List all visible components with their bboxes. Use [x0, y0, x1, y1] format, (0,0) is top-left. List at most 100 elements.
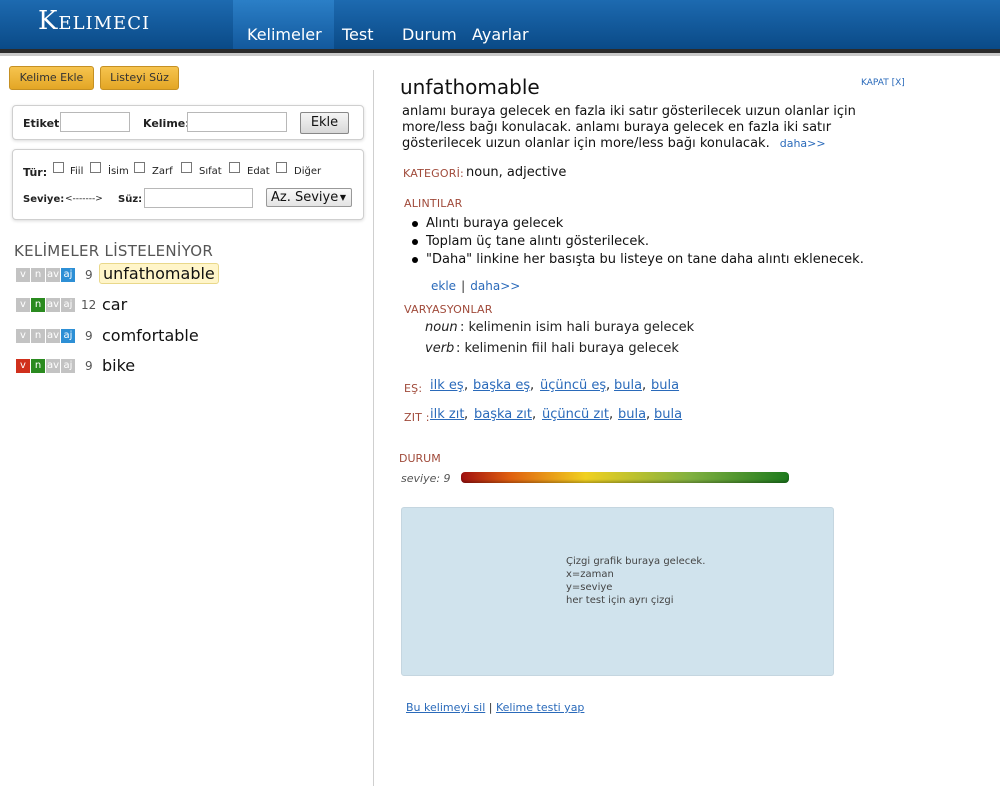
bottom-actions: Bu kelimeyi sil | Kelime testi yap	[406, 701, 584, 714]
separator-comma: ,	[464, 378, 469, 393]
nav-durum[interactable]: Durum	[402, 25, 457, 44]
type-label: Tür:	[23, 166, 48, 179]
sort-select[interactable]: Az. Seviye ▼	[266, 188, 352, 207]
word-input[interactable]	[187, 112, 287, 132]
close-button[interactable]: KAPAT [X]	[861, 78, 905, 88]
word-label[interactable]: bike	[99, 356, 138, 375]
type-isim-checkbox[interactable]	[90, 162, 101, 173]
graph-line: y=seviye	[566, 582, 613, 593]
word-label[interactable]: unfathomable	[99, 263, 219, 284]
word-title: unfathomable	[400, 75, 540, 99]
nav-ayarlar[interactable]: Ayarlar	[472, 25, 529, 44]
type-edat-checkbox[interactable]	[229, 162, 240, 173]
type-isim-label: İsim	[108, 166, 129, 177]
type-badge-aj[interactable]: aj	[61, 268, 75, 282]
level-label: Seviye:	[23, 194, 65, 205]
quote-more-link[interactable]: daha>>	[470, 279, 520, 293]
type-badge-n[interactable]: n	[31, 329, 45, 343]
synonym-link[interactable]: bula	[651, 378, 679, 393]
pane-divider	[373, 70, 374, 786]
quote-add-link[interactable]: ekle	[431, 279, 456, 293]
header-rule-light	[0, 53, 1000, 56]
separator-comma: ,	[609, 407, 614, 422]
word-list-title: KELİMELER LİSTELENİYOR	[14, 242, 214, 260]
type-badge-av[interactable]: av	[46, 268, 60, 282]
word-level: 9	[85, 359, 93, 373]
variation-text: : kelimenin isim hali buraya gelecek	[460, 320, 695, 335]
variations-label: VARYASYONLAR	[404, 303, 493, 316]
antonym-link[interactable]: bula	[654, 407, 682, 422]
antonym-link[interactable]: ilk zıt	[430, 407, 464, 422]
antonym-link[interactable]: başka zıt	[474, 407, 532, 422]
category-value: noun, adjective	[466, 165, 567, 180]
variation-pos: noun	[425, 320, 458, 335]
bottom-link-separator: |	[488, 701, 493, 714]
antonym-link[interactable]: bula	[618, 407, 646, 422]
type-badge-n[interactable]: n	[31, 268, 45, 282]
synonym-link[interactable]: üçüncü eş	[540, 378, 606, 393]
separator-comma: ,	[646, 407, 651, 422]
separator-comma: ,	[530, 378, 535, 393]
type-badge-v[interactable]: v	[16, 298, 30, 312]
type-badge-v[interactable]: v	[16, 359, 30, 373]
type-badge-av[interactable]: av	[46, 359, 60, 373]
type-badge-n[interactable]: n	[31, 298, 45, 312]
quote-item: Alıntı buraya gelecek	[426, 216, 564, 231]
antonyms-label: ZIT :	[404, 411, 430, 424]
separator-comma: ,	[532, 407, 537, 422]
variation-pos: verb	[425, 341, 455, 356]
type-badge-av[interactable]: av	[46, 329, 60, 343]
quote-item: Toplam üç tane alıntı gösterilecek.	[426, 234, 649, 249]
type-zarf-label: Zarf	[152, 166, 173, 177]
variation-text: : kelimenin fiil hali buraya gelecek	[456, 341, 679, 356]
status-label: DURUM	[399, 452, 441, 465]
type-sifat-checkbox[interactable]	[181, 162, 192, 173]
type-edat-label: Edat	[247, 166, 270, 177]
nav-test[interactable]: Test	[342, 25, 374, 44]
type-badge-v[interactable]: v	[16, 329, 30, 343]
separator-comma: ,	[606, 378, 611, 393]
type-badge-aj[interactable]: aj	[61, 329, 75, 343]
type-badge-av[interactable]: av	[46, 298, 60, 312]
word-label[interactable]: comfortable	[99, 326, 202, 345]
nav-kelimeler[interactable]: Kelimeler	[247, 25, 322, 44]
word-label[interactable]: car	[99, 295, 130, 314]
type-zarf-checkbox[interactable]	[134, 162, 145, 173]
type-badge-aj[interactable]: aj	[61, 359, 75, 373]
synonyms-label: EŞ:	[404, 382, 423, 395]
meaning-block: anlamı buraya gelecek en fazla iki satır…	[402, 104, 872, 152]
synonym-link[interactable]: ilk eş	[430, 378, 464, 393]
type-badge-n[interactable]: n	[31, 359, 45, 373]
type-badge-v[interactable]: v	[16, 268, 30, 282]
add-word-panel: Etiket: Kelime: Ekle	[12, 105, 364, 140]
type-fiil-checkbox[interactable]	[53, 162, 64, 173]
filter-input[interactable]	[144, 188, 253, 208]
type-fiil-label: Fiil	[70, 166, 84, 177]
filter-list-button[interactable]: Listeyi Süz	[100, 66, 179, 90]
quotes-label: ALINTILAR	[404, 197, 463, 210]
word-level: 12	[81, 298, 97, 312]
bullet-icon	[412, 239, 418, 245]
word-test-link[interactable]: Kelime testi yap	[496, 701, 584, 714]
tag-input[interactable]	[60, 112, 130, 132]
graph-line: her test için ayrı çizgi	[566, 595, 674, 606]
type-badge-aj[interactable]: aj	[61, 298, 75, 312]
add-word-button[interactable]: Kelime Ekle	[9, 66, 94, 90]
synonym-link[interactable]: bula	[614, 378, 642, 393]
meaning-more-link[interactable]: daha>>	[780, 137, 826, 150]
delete-word-link[interactable]: Bu kelimeyi sil	[406, 701, 485, 714]
word-level: 9	[85, 329, 93, 343]
quote-link-separator: |	[461, 279, 466, 293]
filter-panel: Tür: Fiil İsim Zarf Sıfat Edat Diğer Sev…	[12, 149, 364, 220]
filter-label: Süz:	[118, 194, 143, 205]
quote-item: "Daha" linkine her basışta bu listeye on…	[426, 252, 864, 267]
graph-line: Çizgi grafik buraya gelecek.	[566, 556, 706, 567]
word-level: 9	[85, 268, 93, 282]
chevron-down-icon: ▼	[339, 193, 346, 202]
synonym-link[interactable]: başka eş	[473, 378, 530, 393]
app-logo[interactable]: Kelimeci	[38, 6, 150, 36]
antonym-link[interactable]: üçüncü zıt	[542, 407, 609, 422]
type-diger-checkbox[interactable]	[276, 162, 287, 173]
add-submit-button[interactable]: Ekle	[300, 112, 349, 134]
level-slider[interactable]: <------->	[65, 194, 103, 204]
